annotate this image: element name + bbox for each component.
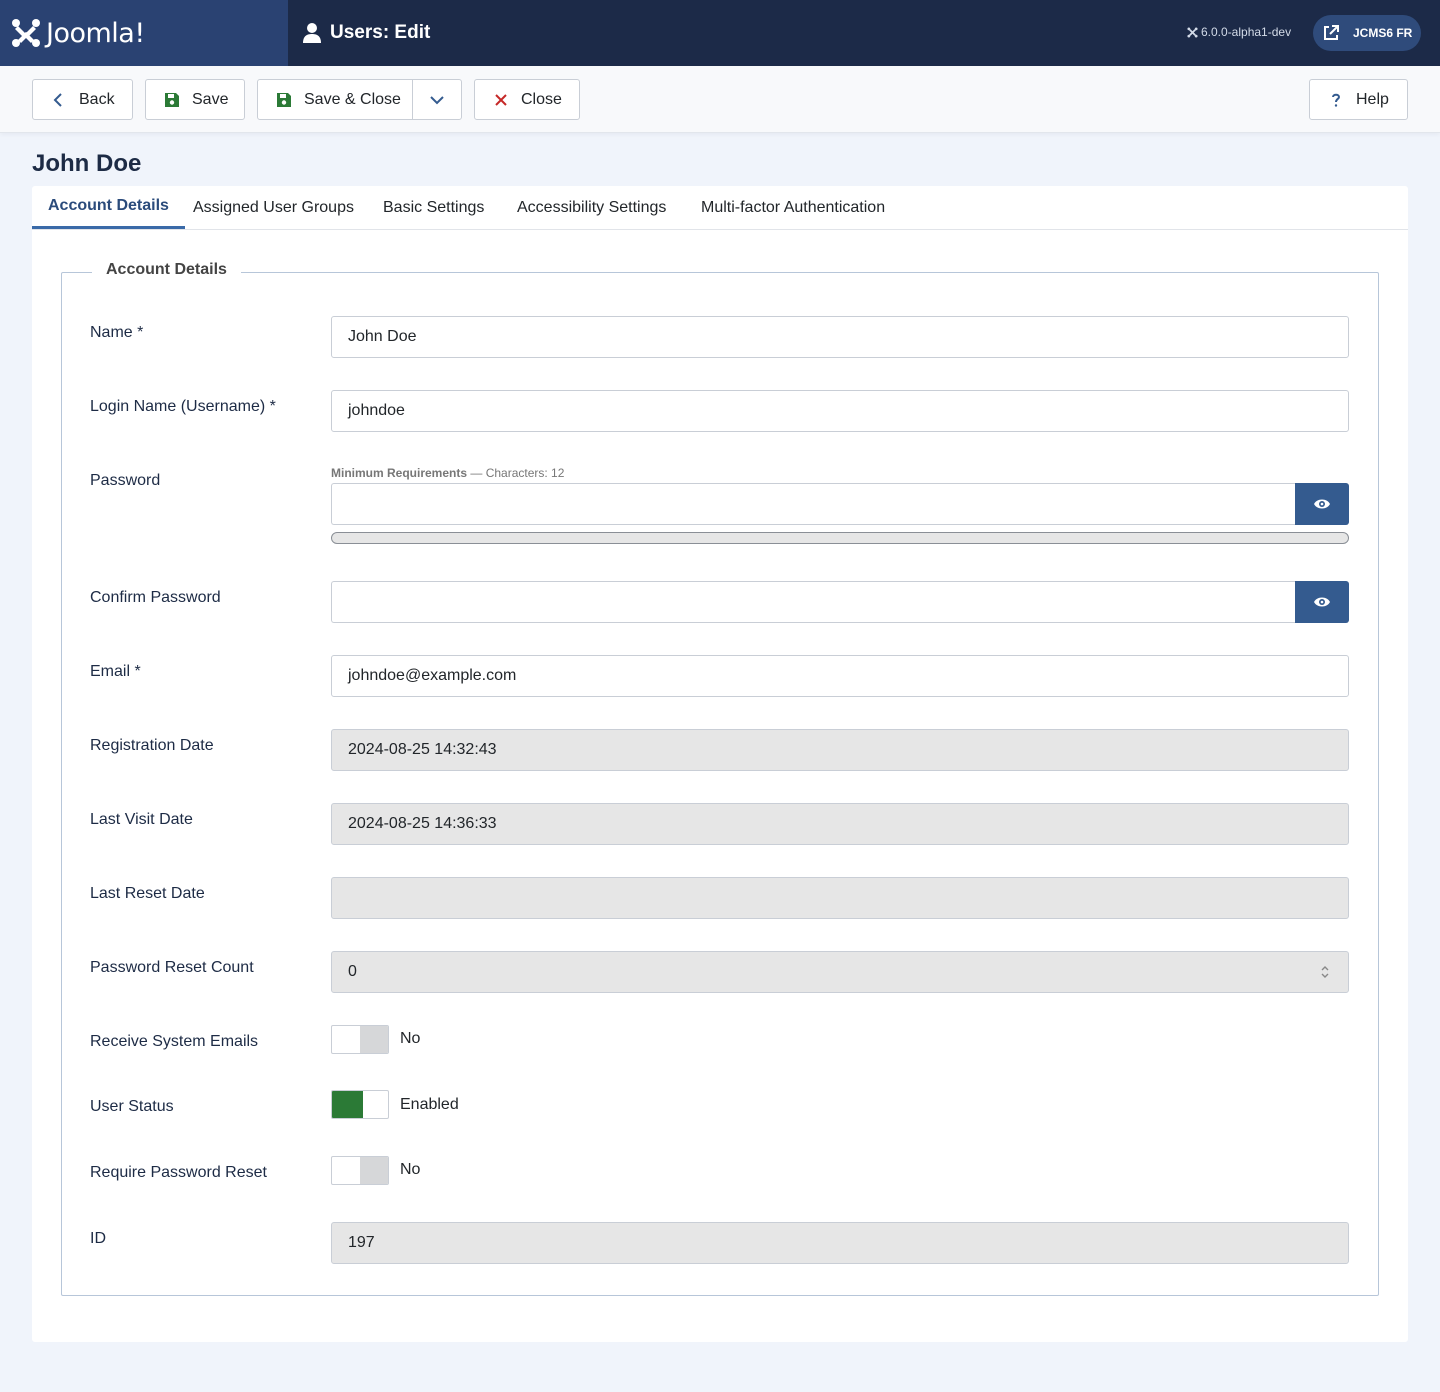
reset-count-field: 0 (331, 951, 1349, 993)
site-link-button[interactable]: JCMS6 FR (1313, 15, 1421, 51)
eye-icon (1314, 499, 1330, 509)
back-label: Back (79, 90, 115, 108)
page-title: John Doe (32, 150, 142, 177)
close-icon (495, 93, 507, 106)
name-field[interactable]: John Doe (331, 316, 1349, 358)
save-button[interactable]: Save (145, 79, 245, 120)
name-label: Name * (90, 324, 144, 341)
save-icon (277, 92, 291, 107)
page-heading-text: Users: Edit (330, 22, 431, 43)
user-icon (303, 23, 321, 43)
username-label: Login Name (Username) * (90, 398, 276, 415)
password-label: Password (90, 472, 161, 489)
show-password-button[interactable] (1295, 483, 1349, 525)
chevron-down-icon (430, 95, 444, 104)
version-text: 6.0.0-alpha1-dev (1201, 25, 1292, 39)
close-label: Close (521, 90, 562, 108)
require-reset-label: Require Password Reset (90, 1164, 267, 1181)
email-field[interactable]: johndoe@example.com (331, 655, 1349, 697)
user-status-label: User Status (90, 1098, 174, 1115)
switch-knob (332, 1091, 363, 1118)
require-reset-state: No (400, 1161, 421, 1178)
id-field: 197 (331, 1222, 1349, 1264)
username-field[interactable]: johndoe (331, 390, 1349, 432)
tab-basic-settings[interactable]: Basic Settings (383, 186, 484, 230)
reset-count-label: Password Reset Count (90, 959, 254, 976)
last-reset-date-field (331, 877, 1349, 919)
id-label: ID (90, 1230, 106, 1247)
version-label: 6.0.0-alpha1-dev (1187, 25, 1291, 39)
top-header: Joomla! Users: Edit 6.0.0-alpha1-dev JCM… (0, 0, 1440, 66)
password-field[interactable] (331, 483, 1296, 525)
user-status-switch[interactable] (331, 1090, 389, 1119)
confirm-password-field[interactable] (331, 581, 1296, 623)
page-heading: Users: Edit (302, 0, 430, 66)
external-link-icon (1324, 25, 1339, 40)
last-visit-date-field: 2024-08-25 14:36:33 (331, 803, 1349, 845)
show-confirm-password-button[interactable] (1295, 581, 1349, 623)
help-label: Help (1356, 90, 1389, 108)
requirements-detail: — Characters: 12 (467, 466, 565, 480)
save-close-label: Save & Close (304, 90, 401, 108)
last-reset-date-label: Last Reset Date (90, 885, 205, 902)
chevron-left-icon (53, 92, 62, 107)
logo-text: Joomla! (46, 17, 145, 49)
receive-emails-state: No (400, 1030, 421, 1047)
email-label: Email * (90, 663, 141, 680)
switch-knob (360, 1026, 388, 1053)
confirm-password-label: Confirm Password (90, 589, 221, 606)
help-button[interactable]: Help (1309, 79, 1408, 120)
question-icon (1332, 93, 1341, 107)
tab-bar: Account Details Assigned User Groups Bas… (32, 186, 1408, 230)
tab-assigned-user-groups[interactable]: Assigned User Groups (193, 186, 354, 230)
joomla-logo-icon (12, 19, 40, 47)
toolbar: Back Save Save & Close Close Help (0, 66, 1440, 133)
receive-emails-switch[interactable] (331, 1025, 389, 1054)
reset-count-value: 0 (348, 963, 357, 980)
password-requirements: Minimum Requirements — Characters: 12 (331, 466, 564, 480)
site-link-label: JCMS6 FR (1353, 26, 1413, 40)
user-status-state: Enabled (400, 1096, 459, 1113)
password-strength-meter (331, 532, 1349, 544)
save-label: Save (192, 90, 229, 108)
tab-multi-factor-authentication[interactable]: Multi-factor Authentication (701, 186, 885, 230)
switch-knob (360, 1157, 388, 1184)
last-visit-date-label: Last Visit Date (90, 811, 193, 828)
eye-icon (1314, 597, 1330, 607)
tab-accessibility-settings[interactable]: Accessibility Settings (517, 186, 666, 230)
registration-date-field: 2024-08-25 14:32:43 (331, 729, 1349, 771)
save-icon (165, 92, 179, 107)
fieldset-legend: Account Details (92, 261, 241, 279)
back-button[interactable]: Back (32, 79, 133, 120)
tab-account-details[interactable]: Account Details (32, 186, 185, 229)
registration-date-label: Registration Date (90, 737, 214, 754)
joomla-logo[interactable]: Joomla! (0, 0, 288, 66)
close-button[interactable]: Close (474, 79, 580, 120)
joomla-small-icon (1187, 26, 1198, 38)
save-options-dropdown[interactable] (412, 79, 462, 120)
save-close-button[interactable]: Save & Close (257, 79, 413, 120)
receive-emails-label: Receive System Emails (90, 1033, 259, 1050)
require-reset-switch[interactable] (331, 1156, 389, 1185)
number-spinner-icon (1321, 966, 1329, 978)
requirements-title: Minimum Requirements (331, 466, 468, 480)
